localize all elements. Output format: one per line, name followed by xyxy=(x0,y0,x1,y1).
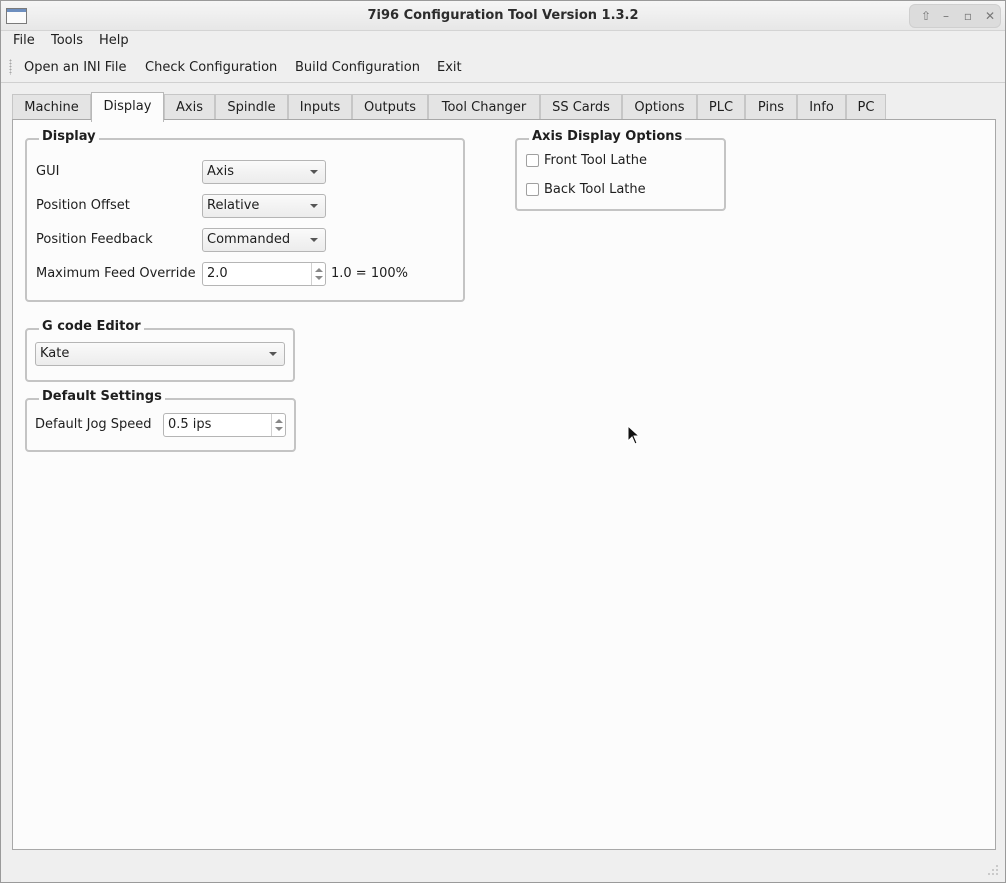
gcode-editor-group: G code Editor Kate xyxy=(25,319,295,382)
build-configuration-button[interactable]: Build Configuration xyxy=(295,60,420,75)
max-feed-override-spinbox[interactable]: 2.0 xyxy=(202,262,326,286)
default-jog-speed-value: 0.5 ips xyxy=(168,417,212,432)
resize-grip-icon[interactable] xyxy=(987,864,999,876)
max-feed-override-note: 1.0 = 100% xyxy=(331,266,408,281)
tab-spindle[interactable]: Spindle xyxy=(215,94,288,121)
default-jog-speed-spinbox[interactable]: 0.5 ips xyxy=(163,413,286,437)
front-tool-lathe-label[interactable]: Front Tool Lathe xyxy=(544,153,647,168)
toolbar-grip[interactable] xyxy=(9,59,12,75)
maximize-icon[interactable]: ▫ xyxy=(960,8,976,24)
tab-inputs[interactable]: Inputs xyxy=(288,94,352,121)
app-window: 7i96 Configuration Tool Version 1.3.2 ⇧ … xyxy=(0,0,1006,883)
check-configuration-button[interactable]: Check Configuration xyxy=(145,60,277,75)
back-tool-lathe-label[interactable]: Back Tool Lathe xyxy=(544,182,646,197)
display-group-title: Display xyxy=(39,129,99,144)
position-offset-value: Relative xyxy=(207,198,260,213)
tab-info[interactable]: Info xyxy=(797,94,846,121)
exit-button[interactable]: Exit xyxy=(437,60,462,75)
tab-ss-cards[interactable]: SS Cards xyxy=(540,94,622,121)
tab-outputs[interactable]: Outputs xyxy=(352,94,428,121)
display-tab-panel: Display GUI Axis Position Offset Relativ… xyxy=(12,119,996,850)
chevron-down-icon xyxy=(310,238,318,242)
spin-up-icon[interactable] xyxy=(275,419,283,423)
tab-display[interactable]: Display xyxy=(91,92,164,122)
tab-machine[interactable]: Machine xyxy=(12,94,91,121)
position-offset-select[interactable]: Relative xyxy=(202,194,326,218)
gcode-editor-select[interactable]: Kate xyxy=(35,342,285,366)
menu-file[interactable]: File xyxy=(13,33,35,48)
title-bar[interactable]: 7i96 Configuration Tool Version 1.3.2 ⇧ … xyxy=(1,1,1005,31)
chevron-down-icon xyxy=(310,204,318,208)
tab-bar: Machine Display Axis Spindle Inputs Outp… xyxy=(12,92,1002,122)
spin-buttons[interactable] xyxy=(271,414,285,436)
shade-icon[interactable]: ⇧ xyxy=(918,8,934,24)
default-settings-group: Default Settings Default Jog Speed 0.5 i… xyxy=(25,389,296,452)
window-title: 7i96 Configuration Tool Version 1.3.2 xyxy=(367,8,639,23)
gcode-editor-title: G code Editor xyxy=(39,319,144,334)
tab-pc[interactable]: PC xyxy=(846,94,886,121)
spin-down-icon[interactable] xyxy=(315,276,323,280)
position-feedback-label: Position Feedback xyxy=(36,232,153,247)
position-offset-label: Position Offset xyxy=(36,198,130,213)
gcode-editor-value: Kate xyxy=(40,346,70,361)
back-tool-lathe-checkbox[interactable] xyxy=(526,183,539,196)
gui-label: GUI xyxy=(36,164,60,179)
tab-plc[interactable]: PLC xyxy=(697,94,745,121)
default-settings-title: Default Settings xyxy=(39,389,165,404)
minimize-icon[interactable]: – xyxy=(938,8,954,24)
tab-options[interactable]: Options xyxy=(622,94,697,121)
position-feedback-select[interactable]: Commanded xyxy=(202,228,326,252)
menu-bar: File Tools Help xyxy=(1,31,1005,52)
open-ini-button[interactable]: Open an INI File xyxy=(24,60,126,75)
tab-tool-changer[interactable]: Tool Changer xyxy=(428,94,540,121)
chevron-down-icon xyxy=(310,170,318,174)
axis-display-options-title: Axis Display Options xyxy=(529,129,686,144)
spin-up-icon[interactable] xyxy=(315,268,323,272)
tab-axis[interactable]: Axis xyxy=(164,94,215,121)
display-group: Display GUI Axis Position Offset Relativ… xyxy=(25,129,465,302)
gui-select-value: Axis xyxy=(207,164,234,179)
front-tool-lathe-checkbox[interactable] xyxy=(526,154,539,167)
default-jog-speed-label: Default Jog Speed xyxy=(35,417,152,432)
spin-buttons[interactable] xyxy=(311,263,325,285)
window-controls: ⇧ – ▫ ✕ xyxy=(909,4,1001,28)
menu-help[interactable]: Help xyxy=(99,33,129,48)
spin-down-icon[interactable] xyxy=(275,427,283,431)
axis-display-options-group: Axis Display Options Front Tool Lathe Ba… xyxy=(515,129,726,211)
menu-tools[interactable]: Tools xyxy=(51,33,83,48)
toolbar: Open an INI File Check Configuration Bui… xyxy=(1,52,1005,83)
max-feed-override-value: 2.0 xyxy=(207,266,228,281)
tab-pins[interactable]: Pins xyxy=(745,94,797,121)
gui-select[interactable]: Axis xyxy=(202,160,326,184)
chevron-down-icon xyxy=(269,352,277,356)
position-feedback-value: Commanded xyxy=(207,232,291,247)
max-feed-override-label: Maximum Feed Override xyxy=(36,266,196,281)
mouse-cursor-icon xyxy=(627,425,641,445)
close-icon[interactable]: ✕ xyxy=(982,8,998,24)
